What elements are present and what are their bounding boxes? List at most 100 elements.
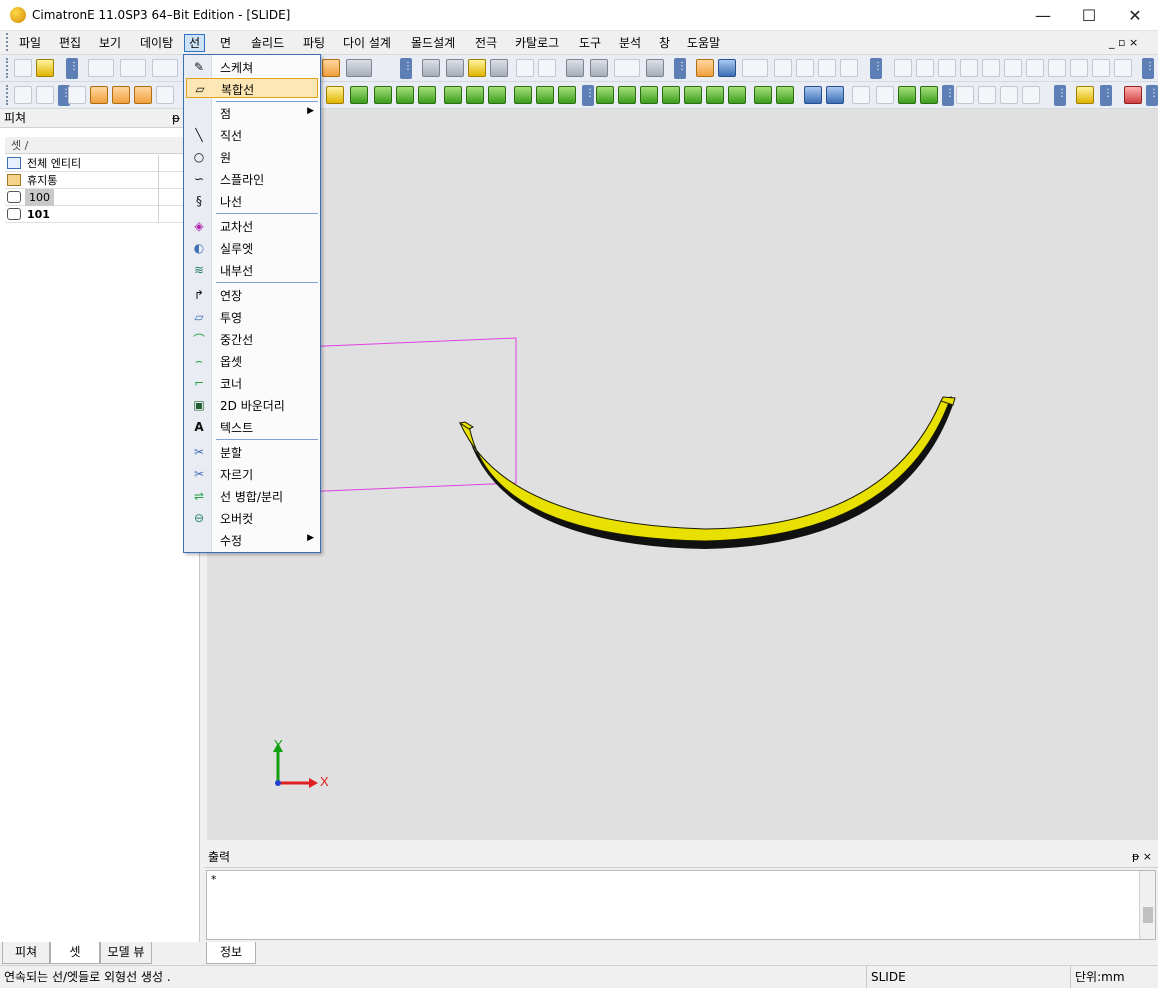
- maximize-button[interactable]: ☐: [1066, 0, 1112, 30]
- color-palette-icon[interactable]: [718, 59, 736, 77]
- datum-axis-icon[interactable]: [898, 86, 916, 104]
- menu-item-internal-curve[interactable]: ≋ 내부선: [186, 260, 318, 280]
- menu-edit[interactable]: 편집: [55, 34, 85, 52]
- boolean-add-icon[interactable]: [514, 86, 532, 104]
- menu-item-modify[interactable]: 수정 ▶: [186, 530, 318, 550]
- sweep-icon[interactable]: [374, 86, 392, 104]
- surface-stitch-icon[interactable]: [754, 86, 772, 104]
- boolean-cut-icon[interactable]: [536, 86, 554, 104]
- surface-split-icon[interactable]: [776, 86, 794, 104]
- transform-icon[interactable]: [804, 86, 822, 104]
- menu-item-circle[interactable]: ○ 원: [186, 147, 318, 167]
- toolbar-separator[interactable]: [1146, 85, 1158, 106]
- set-column-header[interactable]: 셋 /: [5, 137, 198, 154]
- select-feature-icon[interactable]: [90, 86, 108, 104]
- menu-die-design[interactable]: 다이 설계: [339, 34, 395, 52]
- menu-datum[interactable]: 데이탐: [136, 34, 177, 52]
- sketch-eraser-icon[interactable]: [1092, 59, 1110, 77]
- menu-item-mid-curve[interactable]: ⌒ 중간선: [186, 329, 318, 349]
- sketch-line-icon[interactable]: [894, 59, 912, 77]
- surface-trim-icon[interactable]: [706, 86, 724, 104]
- blend-icon[interactable]: [444, 86, 462, 104]
- surface-offset-icon[interactable]: [662, 86, 680, 104]
- menu-item-merge-split[interactable]: ⇌ 선 병합/분리: [186, 486, 318, 506]
- curve-spline-icon[interactable]: [1000, 86, 1018, 104]
- toolbar-separator[interactable]: [674, 58, 687, 79]
- line-width-icon[interactable]: [818, 59, 836, 77]
- menu-item-divide[interactable]: ✂ 분할: [186, 442, 318, 462]
- curve-point-icon[interactable]: [956, 86, 974, 104]
- menu-item-sketcher[interactable]: ✎ 스케쳐: [186, 57, 318, 77]
- menu-item-corner[interactable]: ⌐ 코너: [186, 373, 318, 393]
- selection-mode-icon[interactable]: [696, 59, 714, 77]
- minimize-button[interactable]: —: [1020, 0, 1066, 30]
- output-scrollbar[interactable]: [1139, 871, 1155, 939]
- surface-extend-icon[interactable]: [684, 86, 702, 104]
- toolbar-separator[interactable]: [1100, 85, 1113, 106]
- menu-parting[interactable]: 파팅: [299, 34, 329, 52]
- redo-icon[interactable]: [120, 59, 146, 77]
- select-face-icon[interactable]: [112, 86, 130, 104]
- brush-icon[interactable]: [840, 59, 858, 77]
- show-icon[interactable]: [468, 59, 486, 77]
- toolbar-separator[interactable]: [1054, 85, 1067, 106]
- copy-icon[interactable]: [826, 86, 844, 104]
- menu-help[interactable]: 도움말: [683, 34, 724, 52]
- menubar-grip[interactable]: [6, 33, 10, 51]
- surface-sweep-icon[interactable]: [596, 86, 614, 104]
- undo-icon[interactable]: [88, 59, 114, 77]
- toolbar-separator[interactable]: [582, 85, 595, 106]
- menu-analysis[interactable]: 분석: [615, 34, 645, 52]
- list-item[interactable]: 101: [5, 206, 198, 223]
- sketch-constraint-icon[interactable]: [1048, 59, 1066, 77]
- select-vertex-icon[interactable]: [156, 86, 174, 104]
- graphics-viewport[interactable]: X Y: [206, 109, 1158, 840]
- curve-line-icon[interactable]: [978, 86, 996, 104]
- toolbar-separator[interactable]: [400, 58, 413, 79]
- pick-filter-icon[interactable]: [36, 86, 54, 104]
- toolbar-separator[interactable]: [1142, 58, 1155, 79]
- shading-mode-icon[interactable]: [346, 59, 372, 77]
- datum-csys-icon[interactable]: [920, 86, 938, 104]
- part-body[interactable]: [459, 396, 952, 542]
- shell-icon[interactable]: [418, 86, 436, 104]
- revolve-icon[interactable]: [350, 86, 368, 104]
- fill-icon[interactable]: [742, 59, 768, 77]
- menu-view[interactable]: 보기: [95, 34, 125, 52]
- menu-item-point[interactable]: 점 ▶: [186, 103, 318, 123]
- sketch-box-icon[interactable]: [1114, 59, 1132, 77]
- menu-window[interactable]: 창: [655, 34, 674, 52]
- section-icon[interactable]: [614, 59, 640, 77]
- list-item[interactable]: 100: [5, 189, 198, 206]
- menu-file[interactable]: 파일: [15, 34, 45, 52]
- menu-item-intersection-curve[interactable]: ◈ 교차선: [186, 216, 318, 236]
- select-edge-icon[interactable]: [134, 86, 152, 104]
- loft-icon[interactable]: [396, 86, 414, 104]
- sketch-arc-icon[interactable]: [960, 59, 978, 77]
- arrow-right-icon[interactable]: [538, 59, 556, 77]
- extrude-icon[interactable]: [326, 86, 344, 104]
- line-style-icon[interactable]: [796, 59, 814, 77]
- menu-item-text[interactable]: A 텍스트: [186, 417, 318, 437]
- tab-info[interactable]: 정보: [206, 942, 256, 964]
- draft-icon[interactable]: [488, 86, 506, 104]
- menu-item-2d-boundary[interactable]: ▣ 2D 바운더리: [186, 395, 318, 415]
- menu-item-trim[interactable]: ✂ 자르기: [186, 464, 318, 484]
- surface-blend-icon[interactable]: [618, 86, 636, 104]
- sketch-dimension-icon[interactable]: [1070, 59, 1088, 77]
- select-all-icon[interactable]: [68, 86, 86, 104]
- dimension-icon[interactable]: [590, 59, 608, 77]
- list-item[interactable]: 휴지통: [5, 172, 198, 189]
- output-log[interactable]: *: [206, 870, 1156, 940]
- menu-catalog[interactable]: 카탈로그: [511, 34, 563, 52]
- pick-icon[interactable]: [14, 86, 32, 104]
- light-bulb-icon[interactable]: [446, 59, 464, 77]
- tab-features[interactable]: 피쳐: [2, 942, 50, 964]
- menu-item-overcut[interactable]: ⊖ 오버컷: [186, 508, 318, 528]
- surface-drive-icon[interactable]: [640, 86, 658, 104]
- menu-item-extend[interactable]: ↱ 연장: [186, 285, 318, 305]
- toolbar-separator[interactable]: [870, 58, 883, 79]
- delete-icon[interactable]: [1124, 86, 1142, 104]
- open-file-icon[interactable]: [36, 59, 54, 77]
- list-item[interactable]: 전체 엔티티: [5, 155, 198, 172]
